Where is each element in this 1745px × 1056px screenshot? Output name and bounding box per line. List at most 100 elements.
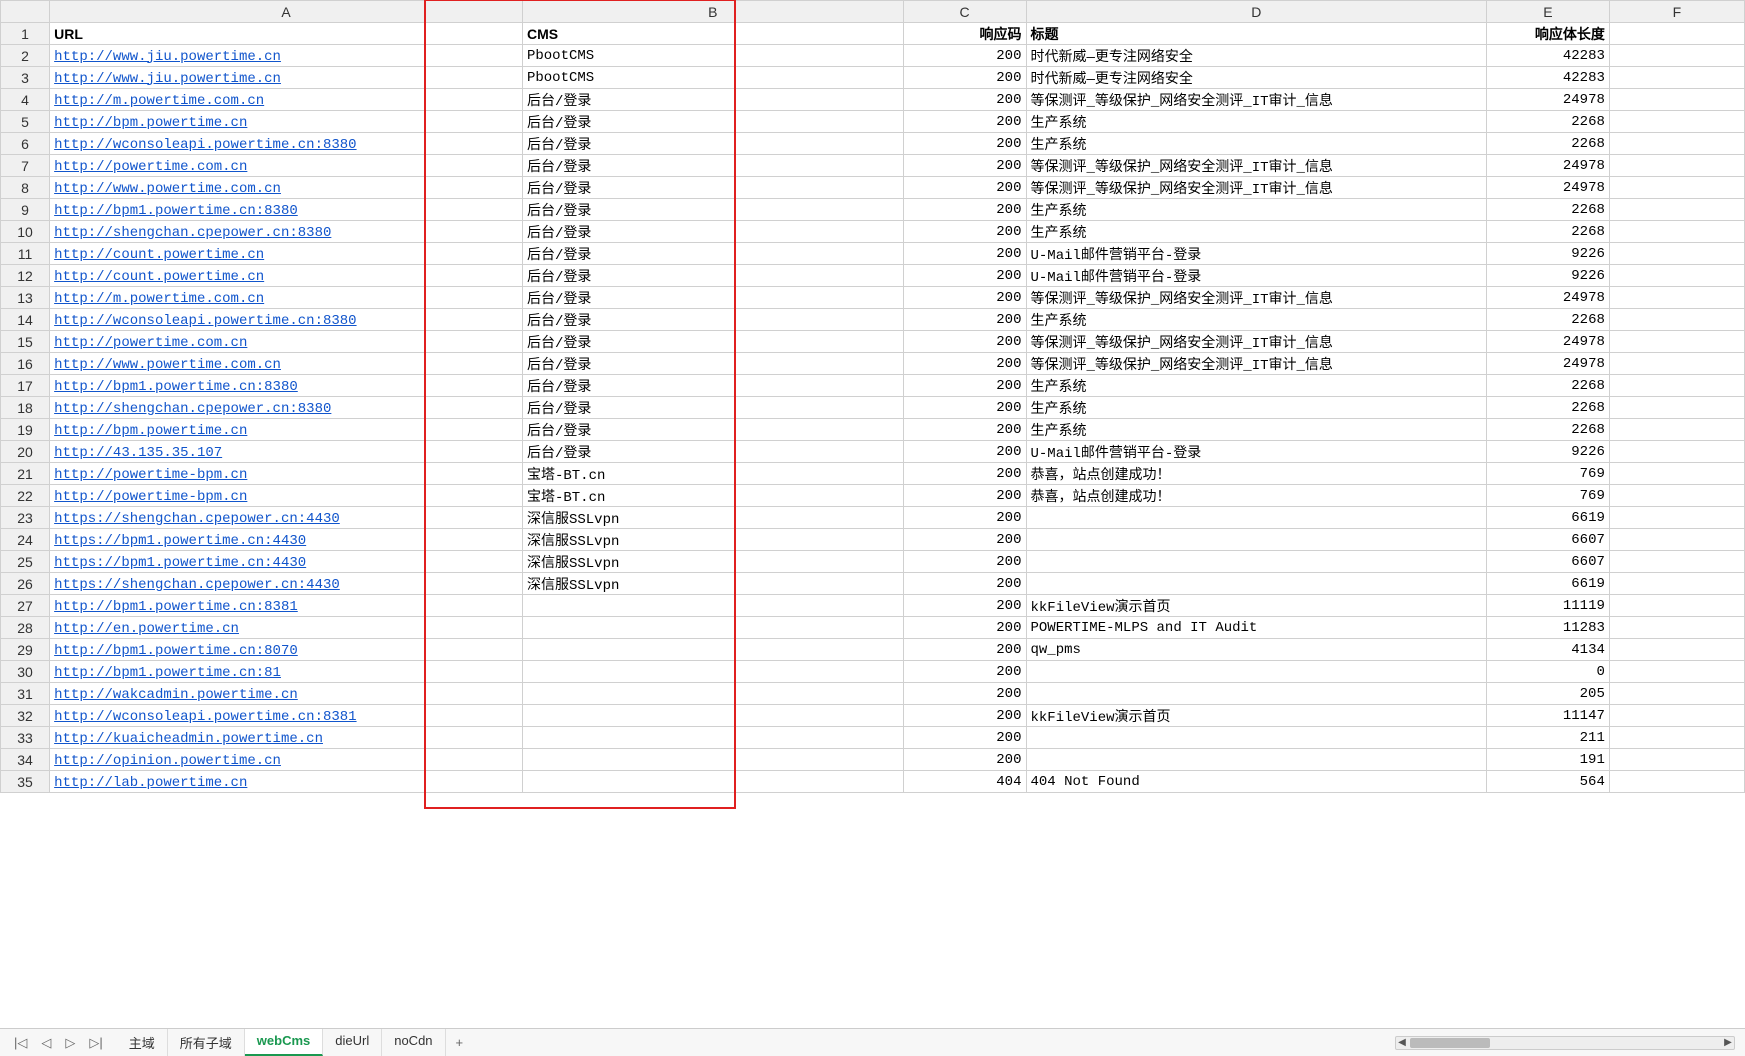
cell-len[interactable]: 6607 [1487, 551, 1610, 573]
cell-len[interactable]: 2268 [1487, 375, 1610, 397]
cell-empty[interactable] [1609, 397, 1744, 419]
cell-len[interactable]: 9226 [1487, 441, 1610, 463]
row-header[interactable]: 3 [1, 67, 50, 89]
cell-empty[interactable] [1609, 331, 1744, 353]
cell-url[interactable]: http://powertime.com.cn [50, 155, 523, 177]
cell-url[interactable]: http://kuaicheadmin.powertime.cn [50, 727, 523, 749]
cell-code[interactable]: 200 [903, 353, 1026, 375]
cell-url[interactable]: http://opinion.powertime.cn [50, 749, 523, 771]
cell-code[interactable]: 200 [903, 727, 1026, 749]
scroll-right-icon[interactable]: ▶ [1722, 1037, 1734, 1049]
cell-cms[interactable] [522, 661, 903, 683]
cell-empty[interactable] [1609, 199, 1744, 221]
cell-title[interactable]: U-Mail邮件营销平台-登录 [1026, 441, 1487, 463]
row-header[interactable]: 11 [1, 243, 50, 265]
cell-len[interactable]: 42283 [1487, 67, 1610, 89]
row-header[interactable]: 21 [1, 463, 50, 485]
cell-code[interactable]: 200 [903, 67, 1026, 89]
cell-len[interactable]: 2268 [1487, 111, 1610, 133]
cell-url[interactable]: http://43.135.35.107 [50, 441, 523, 463]
cell-code[interactable]: 200 [903, 507, 1026, 529]
cell-code[interactable]: 200 [903, 529, 1026, 551]
cell-code[interactable]: 200 [903, 89, 1026, 111]
col-header-A[interactable]: A [50, 1, 523, 23]
cell-empty[interactable] [1609, 353, 1744, 375]
cell-len[interactable]: 769 [1487, 463, 1610, 485]
cell-cms[interactable]: 后台/登录 [522, 397, 903, 419]
cell-url[interactable]: http://bpm1.powertime.cn:8380 [50, 199, 523, 221]
cell-len[interactable]: 2268 [1487, 397, 1610, 419]
cell-code[interactable]: 200 [903, 485, 1026, 507]
cell-title[interactable] [1026, 573, 1487, 595]
add-sheet-button[interactable]: + [446, 1031, 474, 1054]
cell-title[interactable]: 时代新威—更专注网络安全 [1026, 45, 1487, 67]
cell-len[interactable]: 6607 [1487, 529, 1610, 551]
cell-url[interactable]: http://en.powertime.cn [50, 617, 523, 639]
cell-A1[interactable]: URL [50, 23, 523, 45]
cell-cms[interactable]: 后台/登录 [522, 331, 903, 353]
row-header[interactable]: 10 [1, 221, 50, 243]
cell-url[interactable]: http://bpm1.powertime.cn:8380 [50, 375, 523, 397]
cell-empty[interactable] [1609, 485, 1744, 507]
select-all-corner[interactable] [1, 1, 50, 23]
cell-len[interactable]: 24978 [1487, 155, 1610, 177]
row-header[interactable]: 22 [1, 485, 50, 507]
cell-code[interactable]: 200 [903, 45, 1026, 67]
cell-cms[interactable]: 深信服SSLvpn [522, 529, 903, 551]
cell-cms[interactable]: 后台/登录 [522, 199, 903, 221]
cell-title[interactable] [1026, 507, 1487, 529]
cell-cms[interactable]: 后台/登录 [522, 243, 903, 265]
cell-title[interactable]: 生产系统 [1026, 397, 1487, 419]
row-header[interactable]: 2 [1, 45, 50, 67]
cell-url[interactable]: http://wconsoleapi.powertime.cn:8381 [50, 705, 523, 727]
cell-len[interactable]: 2268 [1487, 419, 1610, 441]
cell-title[interactable]: 生产系统 [1026, 375, 1487, 397]
nav-last-icon[interactable]: ▷| [85, 1033, 106, 1053]
cell-url[interactable]: http://wakcadmin.powertime.cn [50, 683, 523, 705]
cell-empty[interactable] [1609, 265, 1744, 287]
cell-code[interactable]: 200 [903, 661, 1026, 683]
cell-title[interactable]: 生产系统 [1026, 221, 1487, 243]
cell-len[interactable]: 191 [1487, 749, 1610, 771]
row-header[interactable]: 32 [1, 705, 50, 727]
cell-code[interactable]: 200 [903, 749, 1026, 771]
cell-title[interactable] [1026, 661, 1487, 683]
cell-code[interactable]: 200 [903, 705, 1026, 727]
sheet-tab-webCms[interactable]: webCms [245, 1029, 323, 1056]
col-header-E[interactable]: E [1487, 1, 1610, 23]
cell-code[interactable]: 200 [903, 375, 1026, 397]
cell-title[interactable]: qw_pms [1026, 639, 1487, 661]
cell-empty[interactable] [1609, 177, 1744, 199]
cell-url[interactable]: http://bpm1.powertime.cn:8381 [50, 595, 523, 617]
cell-cms[interactable]: 后台/登录 [522, 375, 903, 397]
row-header[interactable]: 25 [1, 551, 50, 573]
row-header[interactable]: 24 [1, 529, 50, 551]
nav-next-icon[interactable]: ▷ [61, 1033, 79, 1053]
cell-code[interactable]: 200 [903, 397, 1026, 419]
row-header[interactable]: 33 [1, 727, 50, 749]
cell-len[interactable]: 4134 [1487, 639, 1610, 661]
cell-cms[interactable]: 深信服SSLvpn [522, 551, 903, 573]
cell-empty[interactable] [1609, 221, 1744, 243]
cell-empty[interactable] [1609, 705, 1744, 727]
cell-empty[interactable] [1609, 573, 1744, 595]
cell-cms[interactable]: 后台/登录 [522, 265, 903, 287]
cell-len[interactable]: 564 [1487, 771, 1610, 793]
cell-cms[interactable]: 深信服SSLvpn [522, 573, 903, 595]
cell-url[interactable]: http://m.powertime.com.cn [50, 89, 523, 111]
row-header[interactable]: 34 [1, 749, 50, 771]
cell-C1[interactable]: 响应码 [903, 23, 1026, 45]
cell-url[interactable]: http://powertime.com.cn [50, 331, 523, 353]
cell-title[interactable]: 生产系统 [1026, 309, 1487, 331]
cell-url[interactable]: http://powertime-bpm.cn [50, 485, 523, 507]
cell-cms[interactable]: 宝塔-BT.cn [522, 485, 903, 507]
cell-empty[interactable] [1609, 309, 1744, 331]
cell-code[interactable]: 200 [903, 463, 1026, 485]
row-header[interactable]: 17 [1, 375, 50, 397]
cell-len[interactable]: 211 [1487, 727, 1610, 749]
cell-len[interactable]: 24978 [1487, 331, 1610, 353]
cell-title[interactable]: POWERTIME-MLPS and IT Audit [1026, 617, 1487, 639]
cell-url[interactable]: http://bpm1.powertime.cn:81 [50, 661, 523, 683]
horizontal-scrollbar[interactable]: ◀ ▶ [1395, 1036, 1735, 1050]
cell-cms[interactable] [522, 595, 903, 617]
